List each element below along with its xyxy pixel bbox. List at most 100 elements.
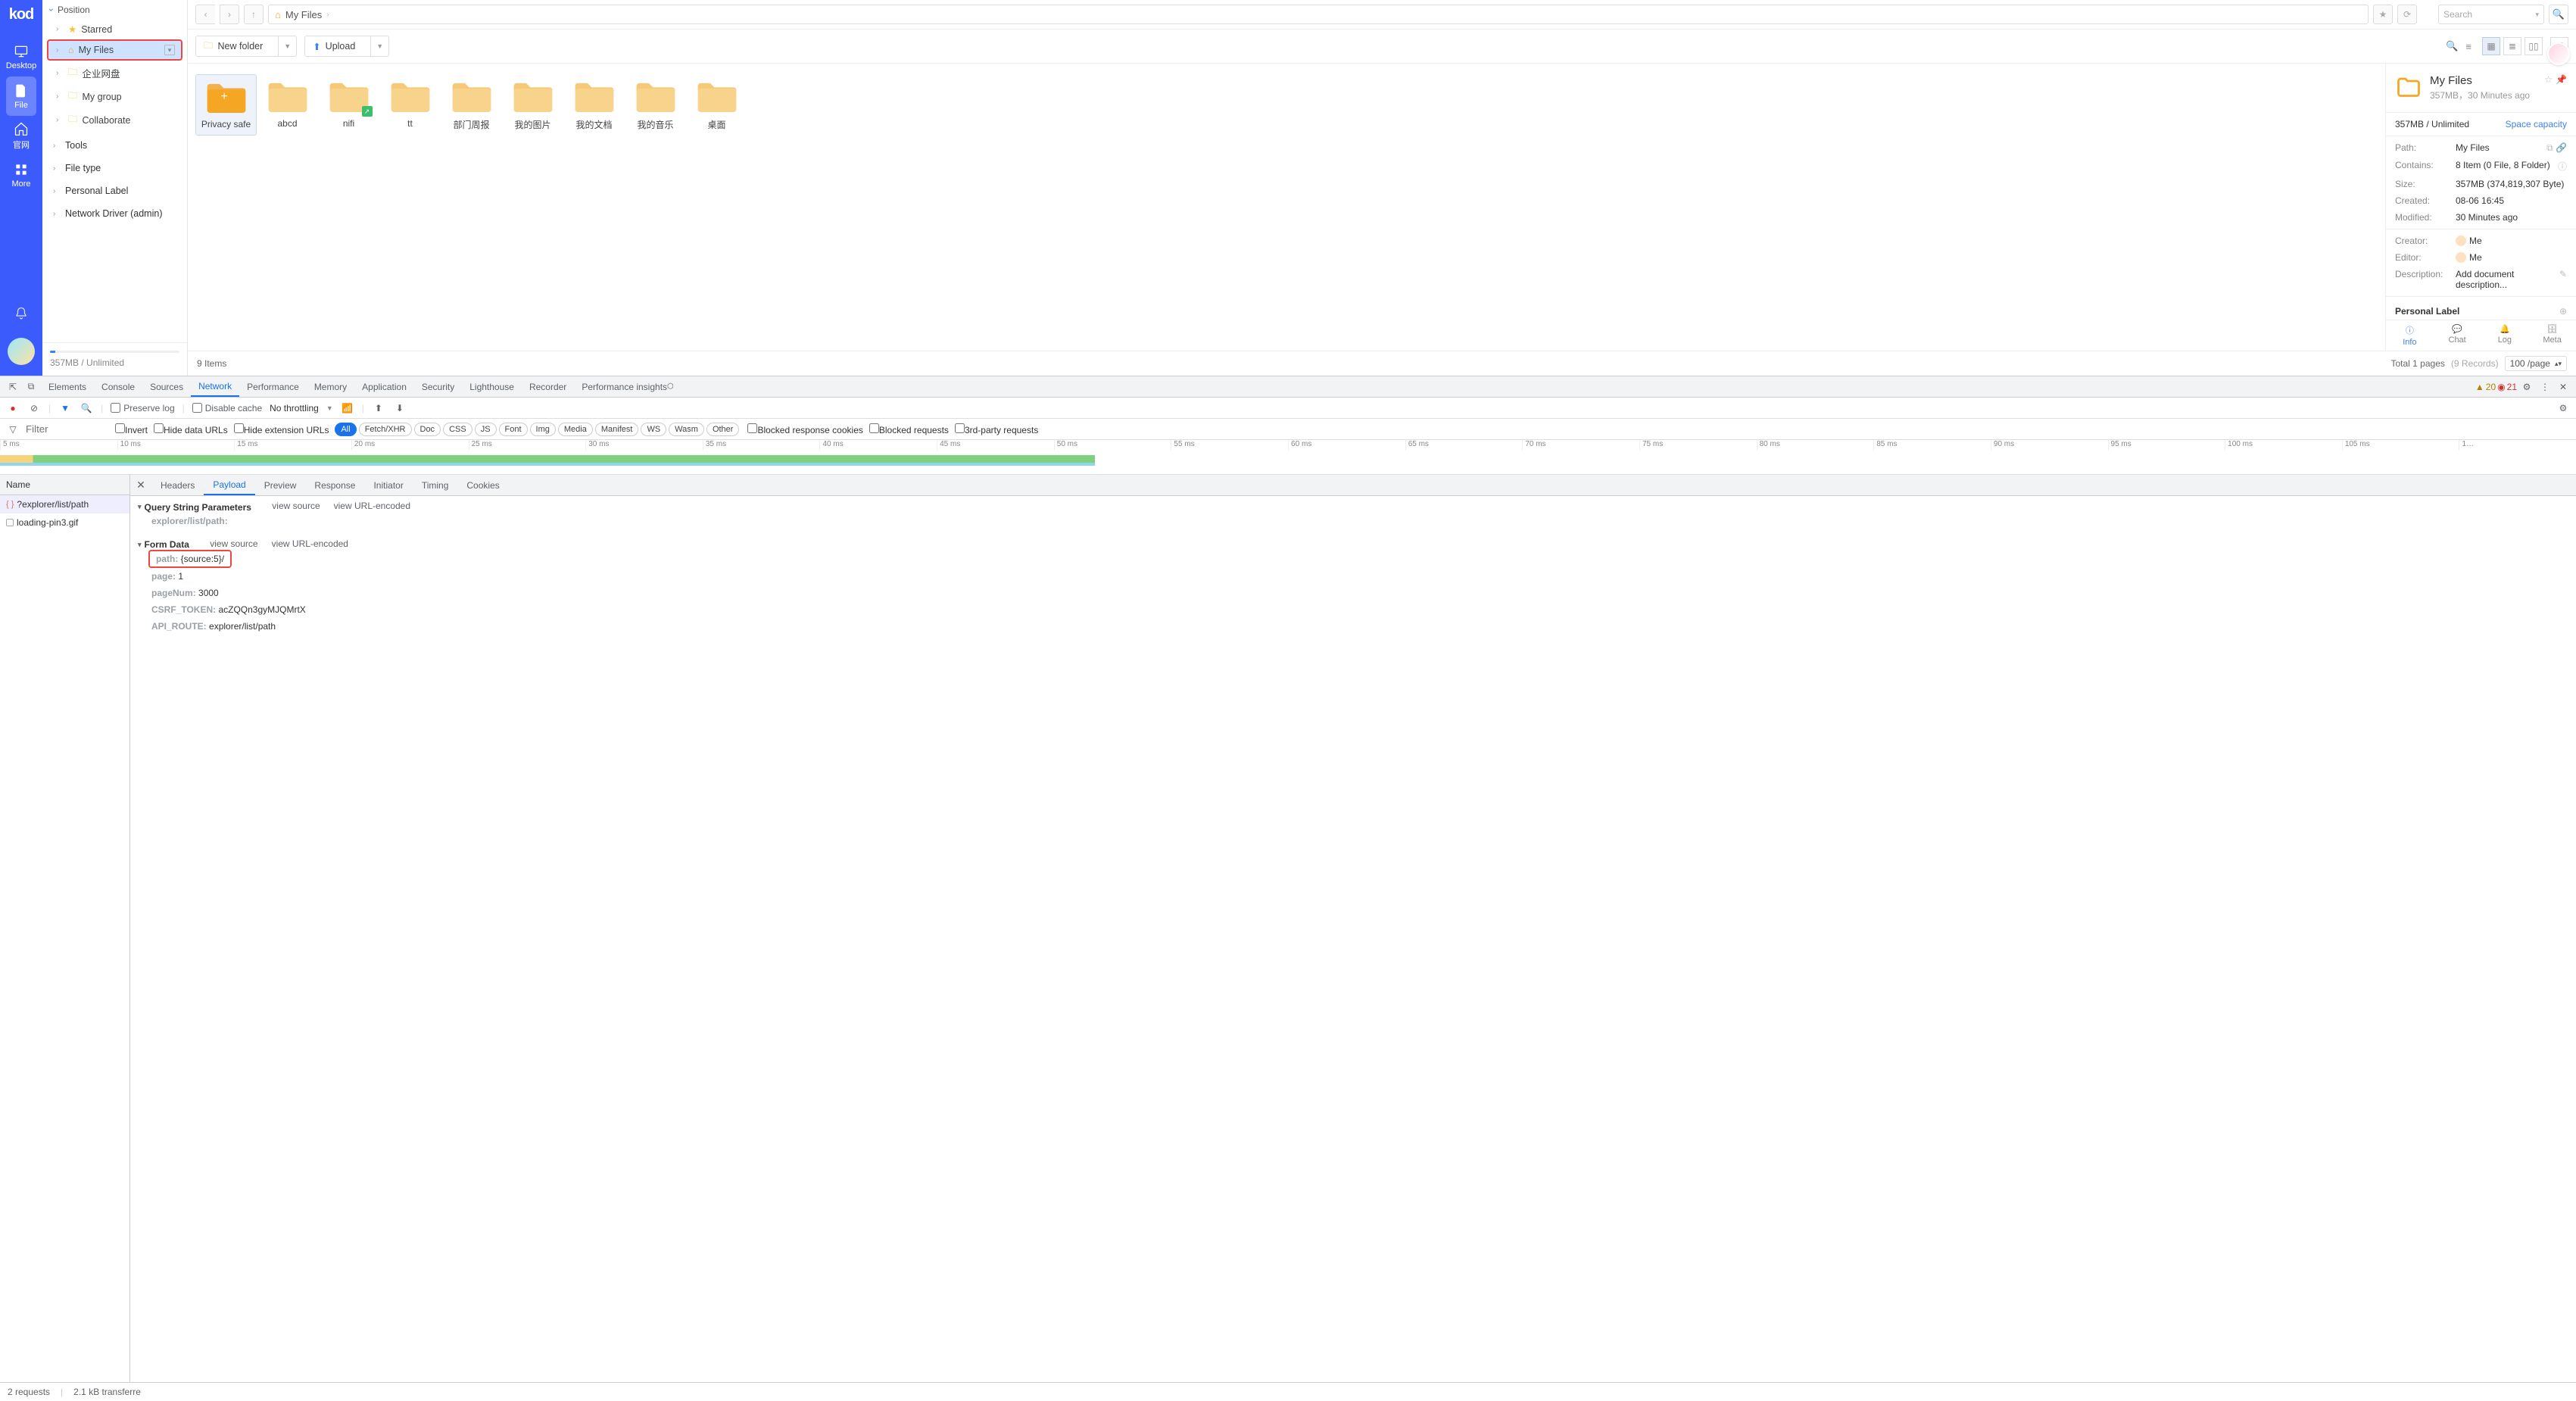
avatar[interactable] xyxy=(8,338,35,365)
filter-toggle-icon[interactable]: ▼ xyxy=(58,403,72,413)
inspector-tab-response[interactable]: Response xyxy=(305,475,364,495)
formdata-section-title[interactable]: Form Data xyxy=(138,539,189,550)
record-button[interactable]: ● xyxy=(6,403,20,413)
tree-section-tools[interactable]: ›Tools xyxy=(42,136,187,154)
tab-log[interactable]: 🔔Log xyxy=(2481,321,2529,350)
file-item[interactable]: 桌面 xyxy=(686,74,747,136)
nav-up-button[interactable]: ↑ xyxy=(244,5,264,24)
devtools-tab-performance[interactable]: Performance xyxy=(239,376,307,397)
devtools-tab-security[interactable]: Security xyxy=(414,376,462,397)
copy-path-icon[interactable]: ⧉ 🔗 xyxy=(2546,142,2567,154)
tree-item-myfiles[interactable]: ›⌂My Files▾ xyxy=(47,39,182,61)
zoom-icon[interactable]: 🔍 xyxy=(2446,40,2458,52)
network-timeline[interactable]: 5 ms10 ms15 ms20 ms25 ms30 ms35 ms40 ms4… xyxy=(0,440,2576,475)
file-item[interactable]: +Privacy safe xyxy=(195,74,257,136)
devtools-tab-performance-insights[interactable]: Performance insights ⬡ xyxy=(574,376,681,397)
tree-item-enterprise[interactable]: ›🗀企业网盘 xyxy=(42,61,187,85)
settings-icon[interactable]: ⚙ xyxy=(2518,382,2535,392)
tree-section-filetype[interactable]: ›File type xyxy=(42,159,187,177)
inspector-tab-timing[interactable]: Timing xyxy=(413,475,458,495)
formdata-view-source[interactable]: view source xyxy=(210,538,257,549)
upload-dropdown-icon[interactable]: ▼ xyxy=(370,36,388,56)
filter-chip-js[interactable]: JS xyxy=(475,423,497,436)
tree-item-mygroup[interactable]: ›🗀My group xyxy=(42,85,187,108)
bell-icon[interactable] xyxy=(14,307,28,323)
filter-chip-css[interactable]: CSS xyxy=(443,423,472,436)
rail-official[interactable]: 官网 xyxy=(6,116,36,155)
warnings-badge[interactable]: ▲ 20 xyxy=(2475,382,2496,392)
file-item[interactable]: 部门周报 xyxy=(441,74,502,136)
sort-icon[interactable]: ≡ xyxy=(2465,41,2472,52)
qsp-section-title[interactable]: Query String Parameters xyxy=(138,502,251,513)
inspector-tab-preview[interactable]: Preview xyxy=(255,475,306,495)
tab-chat[interactable]: 💬Chat xyxy=(2434,321,2481,350)
close-inspector-icon[interactable]: ✕ xyxy=(130,479,151,491)
devtools-tab-sources[interactable]: Sources xyxy=(142,376,191,397)
file-item[interactable]: 我的图片 xyxy=(502,74,563,136)
inspector-tab-payload[interactable]: Payload xyxy=(204,475,254,495)
user-avatar-float[interactable] xyxy=(2547,42,2570,65)
nav-back-button[interactable]: ‹ xyxy=(195,5,215,24)
qsp-view-source[interactable]: view source xyxy=(272,501,320,511)
info-icon[interactable]: ⓘ xyxy=(2558,160,2567,173)
filter-chip-font[interactable]: Font xyxy=(499,423,528,436)
devtools-tab-console[interactable]: Console xyxy=(94,376,142,397)
tree-item-collaborate[interactable]: ›🗀Collaborate xyxy=(42,108,187,132)
favorite-button[interactable]: ★ xyxy=(2373,5,2393,24)
import-har-icon[interactable]: ⬆ xyxy=(372,403,385,413)
preserve-log-checkbox[interactable]: Preserve log xyxy=(111,403,174,413)
new-folder-button[interactable]: 🗀New folder▼ xyxy=(195,36,297,57)
view-icons-button[interactable]: ▦ xyxy=(2482,37,2500,55)
tree-section-network-driver[interactable]: ›Network Driver (admin) xyxy=(42,204,187,223)
filter-icon[interactable]: ▽ xyxy=(6,424,20,435)
file-item[interactable]: 我的音乐 xyxy=(625,74,686,136)
search-network-icon[interactable]: 🔍 xyxy=(80,403,93,413)
tree-item-starred[interactable]: ›★Starred xyxy=(42,20,187,39)
refresh-button[interactable]: ⟳ xyxy=(2397,5,2417,24)
search-button[interactable]: 🔍 xyxy=(2549,5,2568,24)
description-input[interactable]: Add document description... xyxy=(2456,269,2553,290)
tree-section-personal-label[interactable]: ›Personal Label xyxy=(42,182,187,200)
search-input[interactable]: Search▾ xyxy=(2438,5,2544,24)
breadcrumb[interactable]: ⌂My Files› xyxy=(268,5,2369,24)
devtools-tab-network[interactable]: Network xyxy=(191,376,239,397)
request-row[interactable]: { }?explorer/list/path xyxy=(0,495,129,513)
filter-chip-img[interactable]: Img xyxy=(530,423,556,436)
inspector-tab-cookies[interactable]: Cookies xyxy=(457,475,508,495)
rail-desktop[interactable]: Desktop xyxy=(6,37,36,76)
filter-chip-doc[interactable]: Doc xyxy=(414,423,441,436)
filter-chip-fetch-xhr[interactable]: Fetch/XHR xyxy=(359,423,412,436)
blocked-requests-checkbox[interactable]: Blocked requests xyxy=(869,423,949,435)
filter-chip-ws[interactable]: WS xyxy=(641,423,666,436)
file-item[interactable]: abcd xyxy=(257,74,318,136)
filter-chip-wasm[interactable]: Wasm xyxy=(669,423,704,436)
rail-file[interactable]: File xyxy=(6,76,36,116)
devtools-tab-elements[interactable]: Elements xyxy=(41,376,94,397)
devtools-tab-recorder[interactable]: Recorder xyxy=(522,376,574,397)
qsp-view-url-encoded[interactable]: view URL-encoded xyxy=(334,501,410,511)
device-toggle-icon[interactable]: ⧉ xyxy=(23,381,39,392)
network-settings-icon[interactable]: ⚙ xyxy=(2556,403,2570,413)
tree-position-header[interactable]: ›Position xyxy=(42,0,187,20)
filter-chip-all[interactable]: All xyxy=(335,423,356,436)
star-icon[interactable]: ☆ xyxy=(2544,74,2553,85)
blocked-cookies-checkbox[interactable]: Blocked response cookies xyxy=(747,423,862,435)
rail-more[interactable]: More xyxy=(6,155,36,195)
upload-button[interactable]: ⬆Upload▼ xyxy=(304,36,389,57)
errors-badge[interactable]: ◉ 21 xyxy=(2497,382,2517,392)
thirdparty-checkbox[interactable]: 3rd-party requests xyxy=(955,423,1038,435)
throttling-select[interactable]: No throttling xyxy=(270,403,319,413)
space-capacity-link[interactable]: Space capacity xyxy=(2506,119,2567,129)
export-har-icon[interactable]: ⬇ xyxy=(393,403,407,413)
formdata-view-url-encoded[interactable]: view URL-encoded xyxy=(272,538,348,549)
hide-extension-urls-checkbox[interactable]: Hide extension URLs xyxy=(234,423,329,435)
inspector-tab-initiator[interactable]: Initiator xyxy=(364,475,412,495)
filter-input[interactable] xyxy=(26,423,109,435)
invert-checkbox[interactable]: Invert xyxy=(115,423,148,435)
filter-chip-manifest[interactable]: Manifest xyxy=(595,423,639,436)
filter-chip-media[interactable]: Media xyxy=(558,423,593,436)
inspector-tab-headers[interactable]: Headers xyxy=(151,475,204,495)
devtools-tab-memory[interactable]: Memory xyxy=(307,376,354,397)
request-row[interactable]: loading-pin3.gif xyxy=(0,513,129,532)
inspect-element-icon[interactable]: ⇱ xyxy=(5,382,21,392)
